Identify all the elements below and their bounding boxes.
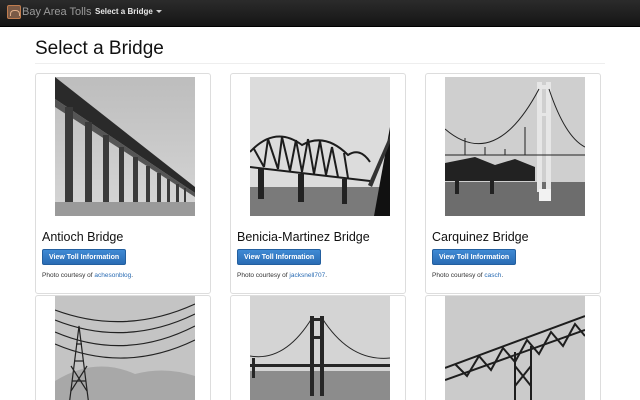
view-toll-button-benicia-martinez[interactable]: View Toll Information	[237, 249, 322, 265]
credit-suffix: .	[131, 272, 134, 279]
credit-suffix: .	[501, 272, 504, 279]
bridge-card-row2-3	[425, 295, 601, 400]
bridge-name: Benicia-Martinez Bridge	[237, 230, 370, 244]
select-bridge-dropdown[interactable]: Select a Bridge	[95, 7, 162, 16]
bridge-photo-row2-3	[445, 296, 585, 400]
bridge-photo-carquinez	[445, 77, 585, 216]
bridge-photo-benicia-martinez	[250, 77, 390, 216]
credit-suffix: .	[325, 272, 327, 279]
bridge-card-carquinez: Carquinez Bridge View Toll Information P…	[425, 73, 601, 294]
bridge-card-benicia-martinez: Benicia-Martinez Bridge View Toll Inform…	[230, 73, 406, 294]
bridge-card-row2-1	[35, 295, 211, 400]
credit-prefix: Photo courtesy of	[432, 272, 483, 279]
brand-link[interactable]: Bay Area Tolls	[22, 6, 92, 18]
credit-link[interactable]: casch	[484, 272, 501, 279]
bridge-photo-row2-1	[55, 296, 195, 400]
caret-down-icon	[155, 10, 162, 13]
photo-credit: Photo courtesy of achesonblog.	[42, 272, 133, 279]
bridge-photo-row2-2	[250, 296, 390, 400]
dropdown-label: Select a Bridge	[95, 7, 153, 16]
bridge-name: Carquinez Bridge	[432, 230, 529, 244]
title-divider	[35, 63, 605, 64]
credit-prefix: Photo courtesy of	[237, 272, 288, 279]
credit-link[interactable]: jacksnell707	[289, 272, 325, 279]
bridge-name: Antioch Bridge	[42, 230, 124, 244]
bridge-card-row2-2	[230, 295, 406, 400]
photo-credit: Photo courtesy of casch.	[432, 272, 503, 279]
view-toll-button-carquinez[interactable]: View Toll Information	[432, 249, 517, 265]
credit-link[interactable]: achesonblog	[94, 272, 131, 279]
bridge-logo-icon[interactable]	[7, 5, 21, 19]
credit-prefix: Photo courtesy of	[42, 272, 93, 279]
photo-credit: Photo courtesy of jacksnell707.	[237, 272, 327, 279]
top-navbar: Bay Area Tolls Select a Bridge	[0, 0, 640, 27]
view-toll-button-antioch[interactable]: View Toll Information	[42, 249, 127, 265]
bridge-photo-antioch	[55, 77, 195, 216]
page-title: Select a Bridge	[35, 38, 164, 59]
bridge-card-antioch: Antioch Bridge View Toll Information Pho…	[35, 73, 211, 294]
